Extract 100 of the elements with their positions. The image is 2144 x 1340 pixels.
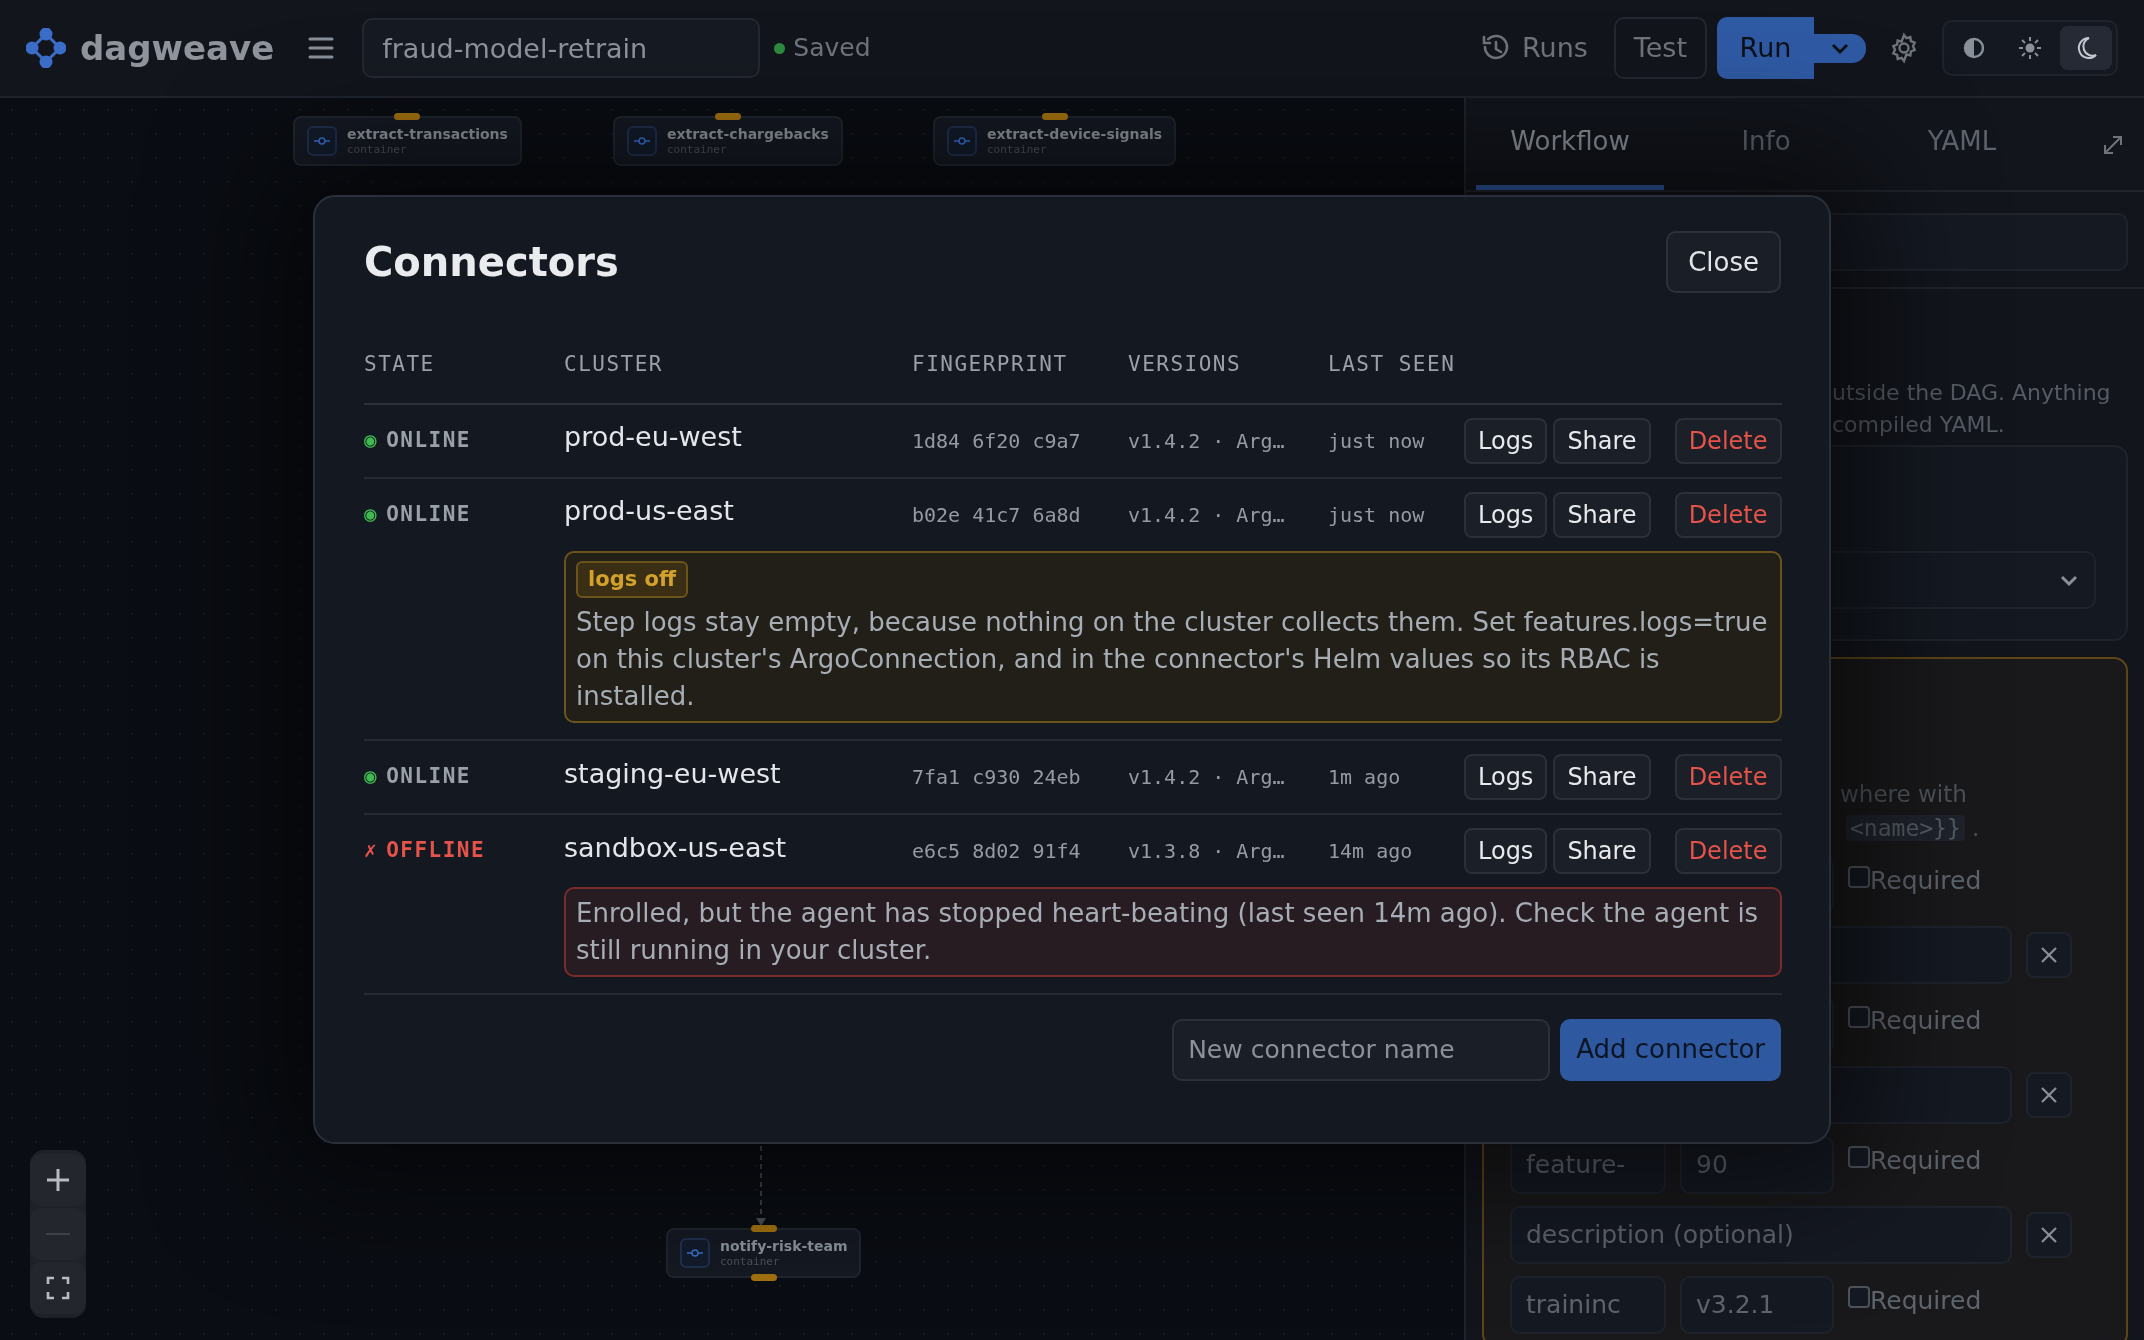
status-icon: ◉ <box>364 424 379 457</box>
last-seen-time: 1m ago <box>1328 764 1401 792</box>
step-icon <box>633 134 651 148</box>
test-button[interactable]: Test <box>1613 17 1707 79</box>
last-seen-time: just now <box>1328 427 1425 455</box>
version-text: v1.4.2 · Arg… <box>1128 501 1285 529</box>
last-seen-time: 14m ago <box>1328 838 1413 866</box>
fullscreen-icon <box>46 1276 70 1300</box>
version-text: v1.3.8 · Arg… <box>1128 838 1285 866</box>
zoom-in-button[interactable] <box>30 1154 86 1206</box>
description-field[interactable]: description (optional) <box>1510 1205 2012 1264</box>
checkbox[interactable] <box>1848 1005 1870 1028</box>
remove-button[interactable] <box>2026 1211 2072 1258</box>
cluster-name: prod-eu-west <box>564 420 742 455</box>
share-button[interactable]: Share <box>1553 828 1651 875</box>
panel-tab[interactable]: Info <box>1672 98 1860 190</box>
description-text: compiled YAML. <box>1832 410 2006 439</box>
share-button[interactable]: Share <box>1553 491 1651 538</box>
app-name: dagweave <box>80 26 275 70</box>
step-icon <box>953 134 971 148</box>
delete-button[interactable]: Delete <box>1674 417 1782 464</box>
workflow-name-field[interactable]: fraud-model-retrain <box>362 18 761 78</box>
checkbox-label: Required <box>1870 864 1982 897</box>
checkbox-label: Required <box>1870 1004 1982 1037</box>
status-text: ONLINE <box>386 500 471 528</box>
plus-icon <box>46 1168 70 1192</box>
run-button[interactable]: Run <box>1717 17 1814 79</box>
logs-button[interactable]: Logs <box>1464 828 1548 875</box>
logs-button[interactable]: Logs <box>1464 491 1548 538</box>
status-text: ONLINE <box>386 426 471 454</box>
note-text: Step logs stay empty, because nothing on the cluster collects them. Set features.logs=true on this cluster's ArgoConnection, and in the connector's Helm values so its RBAC is installed. <box>576 606 1769 714</box>
column-header: FINGERPRINT <box>912 293 1128 405</box>
status-text: ONLINE <box>386 763 471 791</box>
checkbox[interactable] <box>1848 1285 1870 1308</box>
logs-button[interactable]: Logs <box>1464 417 1548 464</box>
port-handle[interactable] <box>750 1225 777 1232</box>
version-text: v1.4.2 · Arg… <box>1128 764 1285 792</box>
checkbox[interactable] <box>1848 865 1870 888</box>
cluster-name: staging-eu-west <box>564 756 781 791</box>
checkbox-label: Required <box>1870 1144 1982 1177</box>
fingerprint: 1d84 6f20 c9a7 <box>912 427 1081 455</box>
column-header: LAST SEEN <box>1328 293 1464 405</box>
runs-button[interactable]: Runs <box>1480 27 1588 69</box>
delete-button[interactable]: Delete <box>1674 491 1782 538</box>
note-text: Enrolled, but the agent has stopped heart-beating (last seen 14m ago). Check the agent is still running in your cluster. <box>576 897 1760 967</box>
version-text: v1.4.2 · Arg… <box>1128 427 1285 455</box>
remove-button[interactable] <box>2026 931 2072 978</box>
panel-tab[interactable]: Workflow <box>1476 98 1664 190</box>
connector-name-field[interactable]: New connector name <box>1172 1018 1551 1081</box>
column-header: STATE <box>364 293 564 405</box>
column-header: CLUSTER <box>564 293 912 405</box>
node-title: notify-risk-team <box>720 1238 848 1255</box>
cluster-name: prod-us-east <box>564 494 734 529</box>
logo-icon <box>26 28 66 68</box>
status-icon: ✗ <box>364 835 379 867</box>
node-title: extract-transactions <box>347 126 508 143</box>
remove-button[interactable] <box>2026 1071 2072 1118</box>
contrast-icon <box>1961 35 1987 61</box>
port-handle[interactable] <box>750 1274 777 1281</box>
node-title: extract-chargebacks <box>667 126 829 143</box>
close-icon <box>2040 1085 2058 1104</box>
run-options-button[interactable] <box>1814 33 1866 63</box>
name-field[interactable]: traininc <box>1510 1275 1666 1334</box>
logs-button[interactable]: Logs <box>1464 754 1548 801</box>
port-handle[interactable] <box>394 113 421 120</box>
checkbox-label: Required <box>1870 1284 1982 1317</box>
panel-tab[interactable]: YAML <box>1868 98 2056 190</box>
port-handle[interactable] <box>714 113 741 120</box>
last-seen-time: just now <box>1328 501 1425 529</box>
fingerprint: b02e 41c7 6a8d <box>912 501 1081 529</box>
dialog-title: Connectors <box>364 238 619 286</box>
step-icon <box>686 1246 704 1260</box>
port-handle[interactable] <box>1041 113 1068 120</box>
warning-badge: logs off <box>576 560 688 599</box>
close-button[interactable]: Close <box>1666 231 1781 293</box>
checkbox[interactable] <box>1848 1145 1870 1168</box>
node-title: extract-device-signals <box>987 126 1163 143</box>
status-icon: ◉ <box>364 761 379 793</box>
theme-toggle[interactable] <box>2060 26 2112 70</box>
value-field[interactable]: v3.2.1 <box>1680 1275 1834 1334</box>
menu-button[interactable] <box>308 35 335 61</box>
description-text: utside the DAG. Anything <box>1832 379 2112 407</box>
sun-icon <box>2017 35 2043 61</box>
delete-button[interactable]: Delete <box>1674 754 1782 801</box>
expand-icon <box>2102 133 2124 156</box>
share-button[interactable]: Share <box>1553 417 1651 464</box>
status-text: OFFLINE <box>386 837 486 865</box>
close-icon <box>2040 1225 2058 1244</box>
status-icon: ◉ <box>364 498 379 531</box>
cluster-name: sandbox-us-east <box>564 830 787 865</box>
add-connector-button[interactable]: Add connector <box>1560 1018 1781 1081</box>
step-icon <box>313 134 331 148</box>
close-icon <box>2040 945 2058 964</box>
share-button[interactable]: Share <box>1553 754 1651 801</box>
delete-button[interactable]: Delete <box>1674 828 1782 875</box>
fit-view-button[interactable] <box>30 1262 86 1314</box>
save-status: Saved <box>793 32 871 65</box>
fingerprint: 7fa1 c930 24eb <box>912 764 1081 792</box>
column-header: VERSIONS <box>1128 293 1328 405</box>
hint-text: . <box>1972 815 1980 842</box>
